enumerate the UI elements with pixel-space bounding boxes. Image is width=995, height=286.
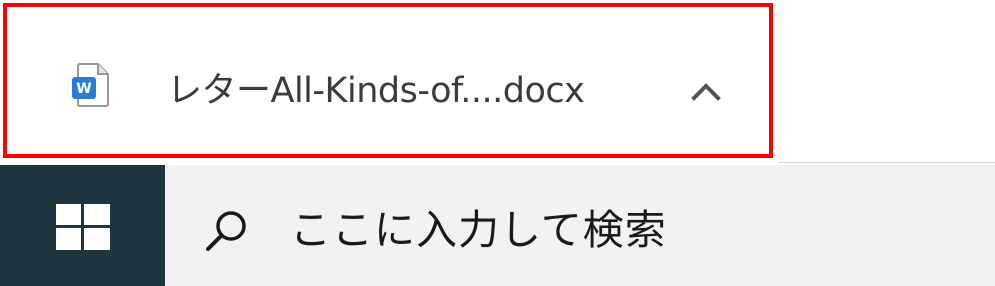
svg-text:W: W	[76, 81, 91, 97]
download-item[interactable]: W レターAll-Kinds-of....docx	[3, 3, 773, 158]
screen: W レターAll-Kinds-of....docx ここに入力して検索	[0, 0, 995, 286]
shelf-divider	[778, 162, 995, 163]
download-options-button[interactable]	[677, 62, 737, 122]
word-document-icon: W	[70, 62, 110, 108]
start-button[interactable]	[0, 165, 165, 286]
search-placeholder: ここに入力して検索	[290, 206, 667, 254]
search-icon	[203, 209, 249, 255]
taskbar: ここに入力して検索	[0, 165, 995, 286]
download-file-name: レターAll-Kinds-of....docx	[167, 71, 585, 111]
chevron-up-icon	[691, 83, 721, 101]
windows-logo-icon	[56, 204, 110, 250]
download-shelf: W レターAll-Kinds-of....docx	[0, 0, 995, 165]
taskbar-search-box[interactable]: ここに入力して検索	[165, 165, 995, 286]
